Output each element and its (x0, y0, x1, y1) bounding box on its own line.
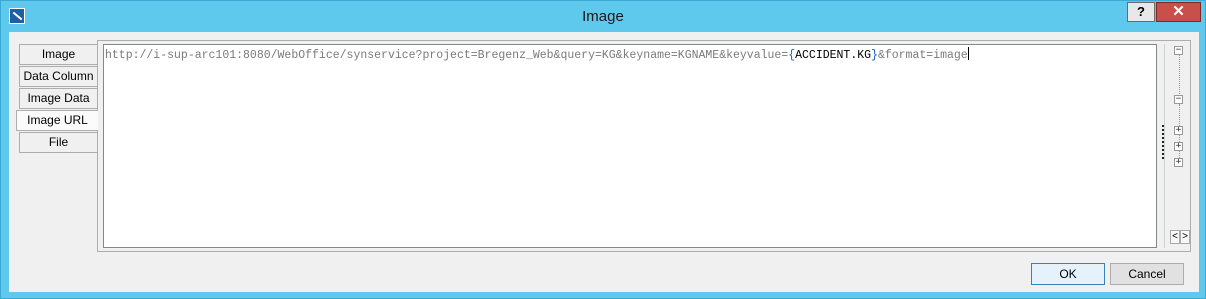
scroll-left-icon[interactable]: < (1170, 230, 1180, 244)
collapse-icon[interactable]: − (1174, 95, 1183, 104)
cancel-button[interactable]: Cancel (1110, 263, 1184, 285)
expand-icon[interactable]: + (1174, 158, 1183, 167)
tab-panel: http://i-sup-arc101:8080/WebOffice/synse… (97, 40, 1191, 252)
scroll-right-icon[interactable]: > (1180, 230, 1190, 244)
tab-file[interactable]: File (19, 132, 97, 153)
tab-image-data[interactable]: Image Data (19, 88, 97, 109)
close-button[interactable]: ✕ (1156, 2, 1201, 22)
field-name: ACCIDENT.KG (795, 49, 872, 62)
tab-data-column[interactable]: Data Column (19, 66, 97, 87)
url-editor[interactable]: http://i-sup-arc101:8080/WebOffice/synse… (103, 44, 1157, 248)
field-close-brace: } (871, 49, 878, 62)
expand-icon[interactable]: + (1174, 142, 1183, 151)
tab-image[interactable]: Image (19, 44, 97, 65)
tab-image-url[interactable]: Image URL (16, 110, 98, 131)
title-bar: Image ? ✕ (1, 1, 1205, 31)
url-text: http://i-sup-arc101:8080/WebOffice/synse… (105, 49, 789, 62)
tab-strip: Image Data Column Image Data Image URL F… (16, 44, 98, 154)
expand-icon[interactable]: + (1174, 126, 1183, 135)
dialog-body: Image Data Column Image Data Image URL F… (9, 32, 1199, 292)
horizontal-scroll-buttons: < > (1170, 230, 1190, 244)
text-caret (967, 47, 969, 60)
url-suffix: &format=image (877, 49, 968, 62)
image-dialog: Image ? ✕ Image Data Column Image Data I… (0, 0, 1206, 299)
ok-button[interactable]: OK (1031, 263, 1105, 285)
collapse-icon[interactable]: − (1174, 46, 1183, 55)
window-title: Image (582, 8, 624, 25)
help-button[interactable]: ? (1127, 2, 1155, 22)
